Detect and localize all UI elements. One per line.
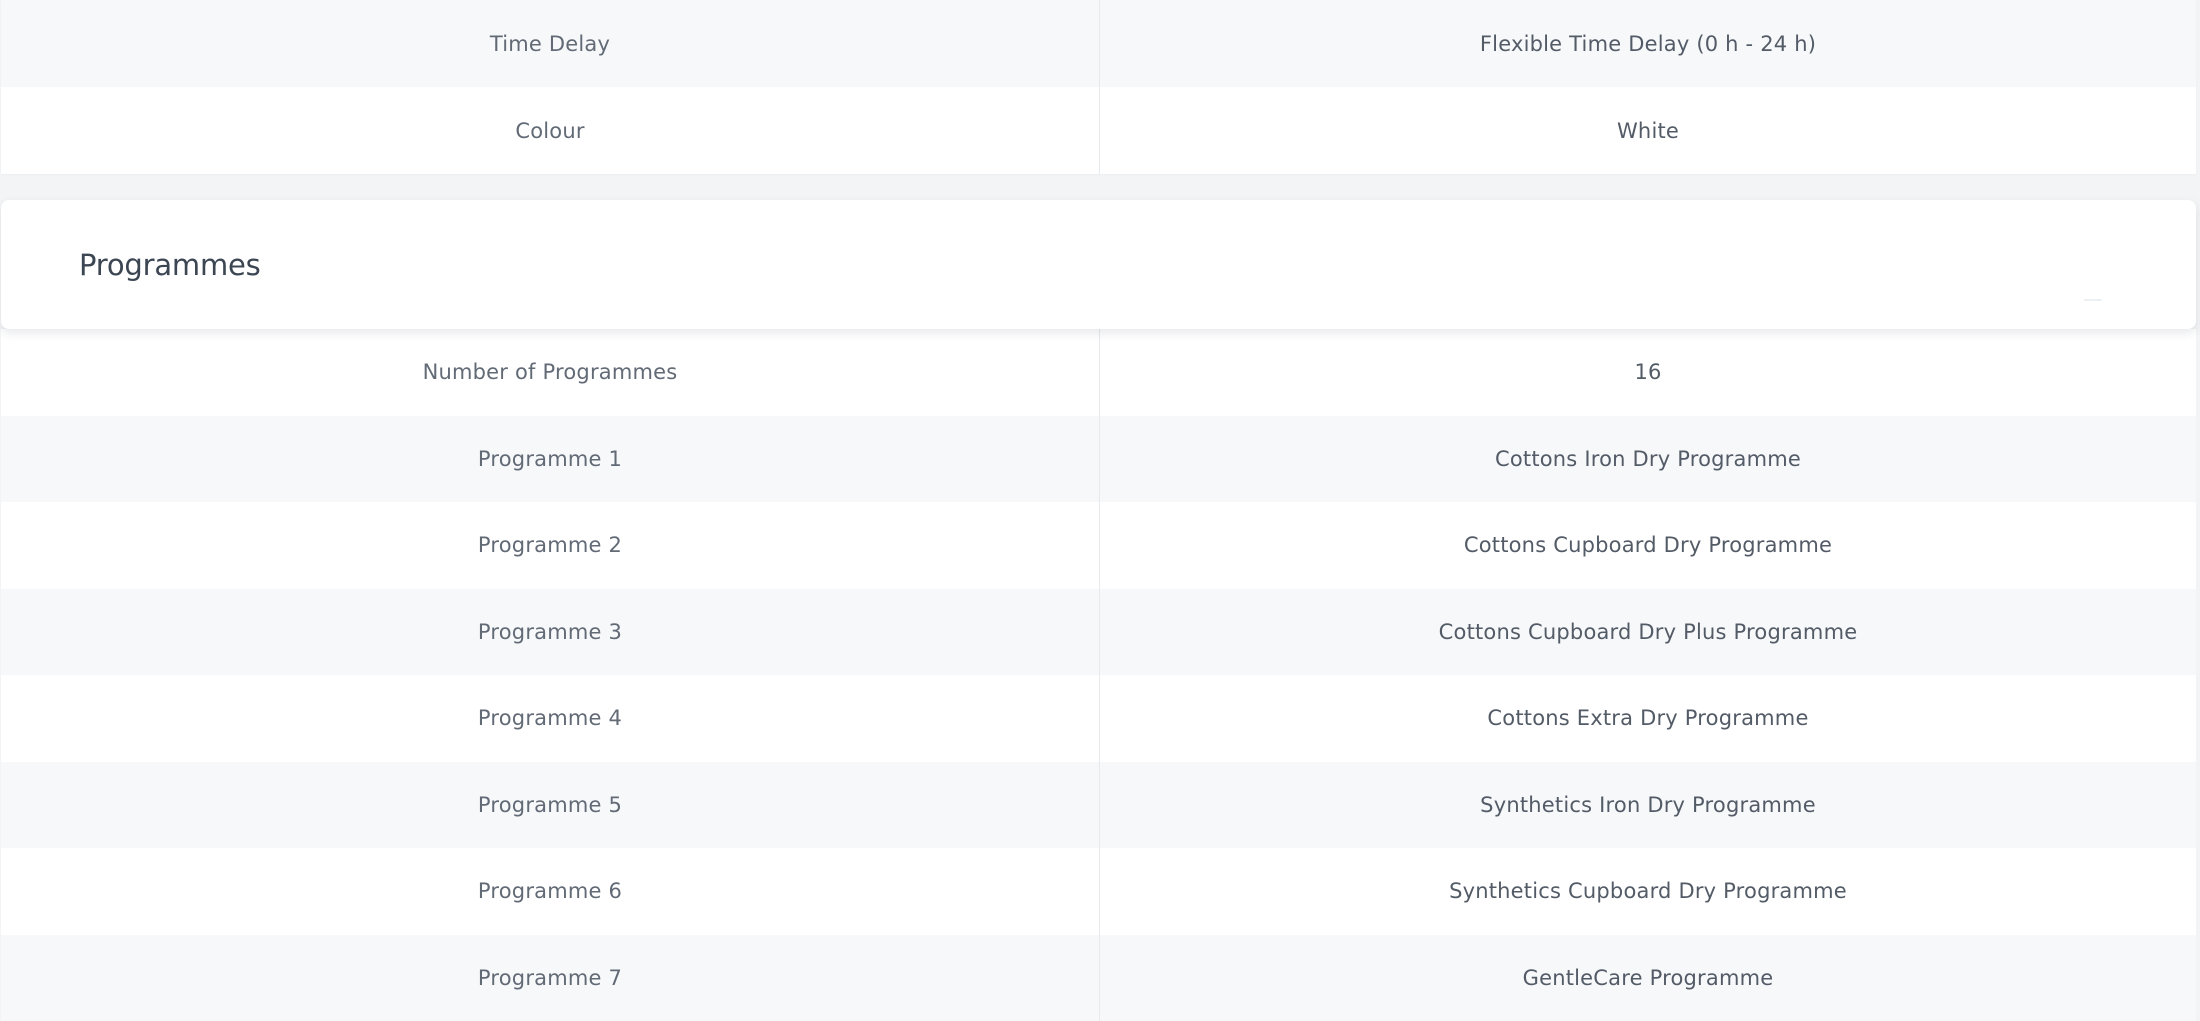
spec-label: Time Delay: [1, 0, 1100, 87]
spec-label: Programme 2: [1, 502, 1100, 589]
spec-row-programme-1: Programme 1 Cottons Iron Dry Programme: [1, 416, 2196, 503]
spec-value: Cottons Iron Dry Programme: [1100, 416, 2196, 503]
spec-value: Cottons Extra Dry Programme: [1100, 675, 2196, 762]
spec-row-programme-3: Programme 3 Cottons Cupboard Dry Plus Pr…: [1, 589, 2196, 676]
spec-value: 16: [1100, 329, 2196, 416]
spec-label: Number of Programmes: [1, 329, 1100, 416]
spec-row-programme-6: Programme 6 Synthetics Cupboard Dry Prog…: [1, 848, 2196, 935]
product-specifications-page: Time Delay Flexible Time Delay (0 h - 24…: [0, 0, 2200, 1001]
spec-row-colour: Colour White: [1, 87, 2196, 174]
spec-row-time-delay: Time Delay Flexible Time Delay (0 h - 24…: [1, 0, 2196, 87]
spec-row-programme-7: Programme 7 GentleCare Programme: [1, 935, 2196, 1021]
spec-label: Colour: [1, 87, 1100, 174]
spec-row-programme-4: Programme 4 Cottons Extra Dry Programme: [1, 675, 2196, 762]
programmes-spec-table: Number of Programmes 16 Programme 1 Cott…: [1, 329, 2196, 1001]
spec-value: Synthetics Iron Dry Programme: [1100, 762, 2196, 849]
spec-value: White: [1100, 87, 2196, 174]
programmes-section-header[interactable]: Programmes: [1, 200, 2196, 329]
spec-label: Programme 4: [1, 675, 1100, 762]
spec-label: Programme 6: [1, 848, 1100, 935]
spec-label: Programme 5: [1, 762, 1100, 849]
spec-value: Flexible Time Delay (0 h - 24 h): [1100, 0, 2196, 87]
spec-label: Programme 7: [1, 935, 1100, 1021]
section-title: Programmes: [79, 248, 261, 282]
spec-value: Synthetics Cupboard Dry Programme: [1100, 848, 2196, 935]
general-spec-table: Time Delay Flexible Time Delay (0 h - 24…: [1, 0, 2196, 174]
spec-row-programme-5: Programme 5 Synthetics Iron Dry Programm…: [1, 762, 2196, 849]
spec-label: Programme 3: [1, 589, 1100, 676]
spec-value: Cottons Cupboard Dry Plus Programme: [1100, 589, 2196, 676]
spec-row-number-of-programmes: Number of Programmes 16: [1, 329, 2196, 416]
collapse-toggle-icon[interactable]: [2084, 299, 2102, 301]
spec-value: GentleCare Programme: [1100, 935, 2196, 1021]
spec-row-programme-2: Programme 2 Cottons Cupboard Dry Program…: [1, 502, 2196, 589]
spec-label: Programme 1: [1, 416, 1100, 503]
spec-value: Cottons Cupboard Dry Programme: [1100, 502, 2196, 589]
